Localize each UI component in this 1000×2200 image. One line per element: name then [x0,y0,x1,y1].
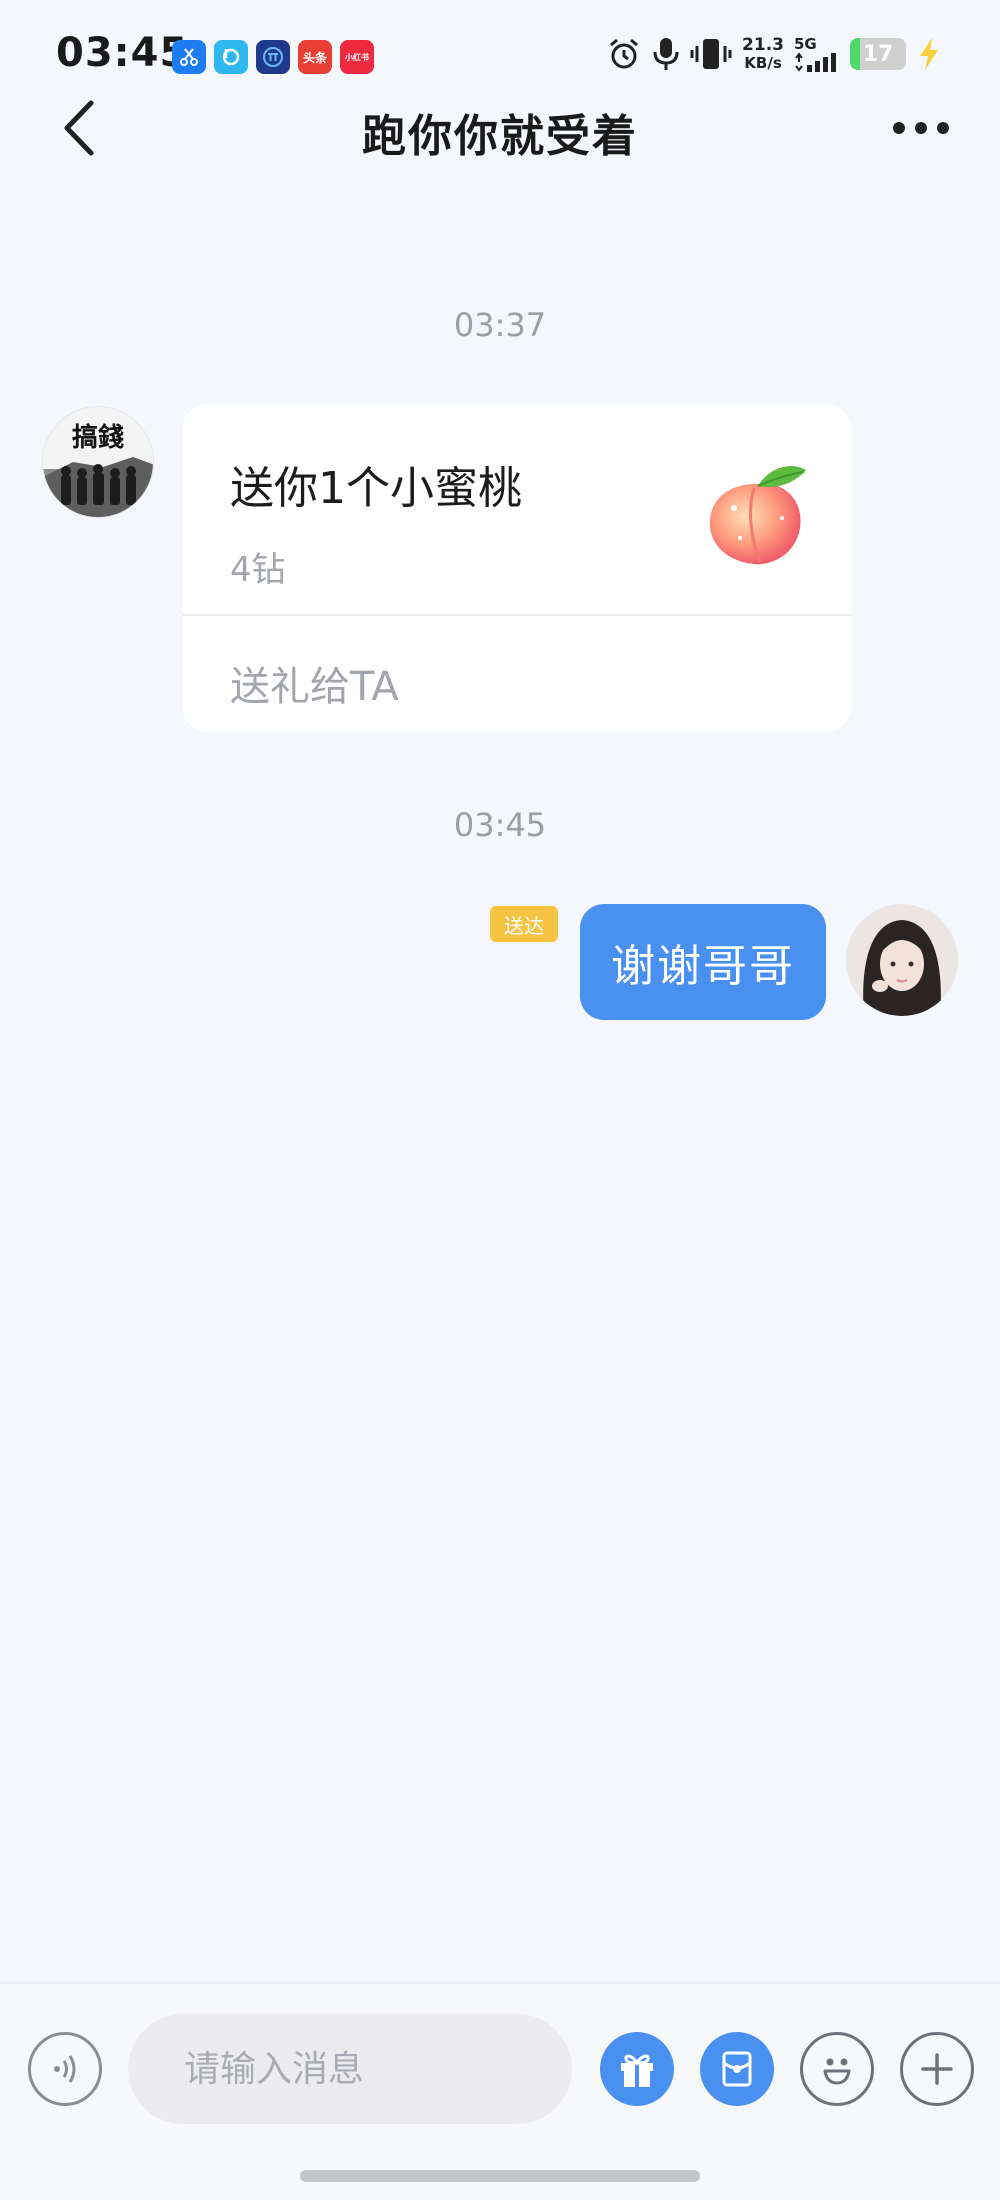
voice-input-button[interactable] [28,2032,102,2106]
envelope-icon [722,2051,752,2087]
message-input[interactable] [128,2014,572,2124]
send-gift-link[interactable]: 送礼给TA [230,654,399,712]
smiley-icon [823,2058,851,2085]
gift-button[interactable] [600,2032,674,2106]
delivered-status-badge: 送达 [490,906,558,942]
peach-icon [709,466,806,565]
toutiao-app-icon: 头条 [298,40,332,74]
my-avatar[interactable] [846,904,958,1016]
notification-app-icons: 头条 小红书 [172,40,374,74]
xiaohongshu-app-icon: 小红书 [340,40,374,74]
status-indicators: 21.3 KB/s 5G 17 [606,36,942,72]
voice-wave-icon [54,2055,76,2083]
emoji-button[interactable] [800,2032,874,2106]
bubble-app-icon [214,40,248,74]
gift-title: 送你1个小蜜桃 [230,463,522,514]
charging-bolt-icon [920,38,938,70]
more-actions-button[interactable] [900,2032,974,2106]
message-timestamp: 03:45 [453,806,547,844]
red-packet-button[interactable] [700,2032,774,2106]
microphone-icon [653,38,679,70]
gift-message-card[interactable]: 送你1个小蜜桃 4钻 送礼给TA [182,404,852,732]
avatar-image [846,904,958,1016]
avatar-caption: 搞錢 [71,423,124,453]
message-timestamp: 03:37 [453,306,547,344]
alarm-icon [610,38,639,69]
gift-box-icon [621,2054,653,2087]
gift-price: 4钻 [230,550,286,590]
gift-card-divider [182,614,852,616]
chat-title: 跑你你就受着 [362,111,638,162]
more-dots-icon [893,122,949,134]
tt-app-icon [256,40,290,74]
cellular-signal: 5G [794,36,840,72]
message-input-bar [0,1982,1000,2200]
home-indicator [300,2170,700,2182]
plus-icon [921,2053,953,2085]
outgoing-message-bubble[interactable]: 谢谢哥哥 [580,904,826,1020]
status-time: 03:45 [56,30,189,76]
battery-indicator: 17 [850,38,906,70]
scissors-app-icon [172,40,206,74]
chat-header: 跑你你就受着 [0,92,1000,162]
signal-bars-icon [795,52,836,72]
contact-avatar[interactable]: 搞錢 [42,406,154,518]
vibrate-icon [690,39,732,69]
more-options-button[interactable] [886,100,956,156]
network-speed: 21.3 KB/s [742,35,784,72]
